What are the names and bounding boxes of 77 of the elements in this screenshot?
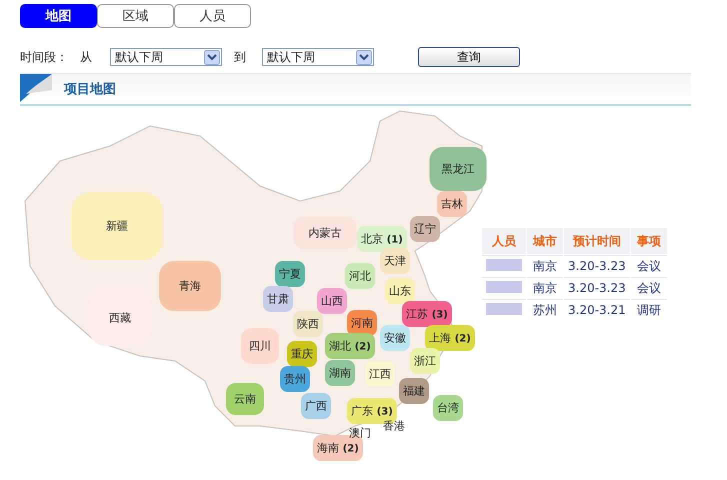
province-region[interactable] xyxy=(402,301,452,327)
province-label: 四川 xyxy=(249,338,271,354)
province-region[interactable] xyxy=(287,341,317,367)
column-header: 预计时间 xyxy=(564,228,630,254)
province-region[interactable] xyxy=(437,191,467,217)
province-region[interactable] xyxy=(345,263,375,289)
province-label: 宁夏 xyxy=(279,266,301,282)
province-region[interactable] xyxy=(425,325,475,351)
redacted-name xyxy=(486,258,522,270)
date-dropdown[interactable]: 默认下周 xyxy=(110,48,222,66)
province-label: 河南 xyxy=(351,316,373,330)
province-region[interactable] xyxy=(399,378,429,404)
column-header: 人员 xyxy=(482,228,526,254)
province-label: 山西 xyxy=(321,294,343,308)
province-label: 海南 (2) xyxy=(317,440,359,456)
province-label: 山东 xyxy=(389,284,411,298)
province-region[interactable] xyxy=(325,333,375,359)
date-dropdown[interactable]: 默认下周 xyxy=(262,48,374,66)
province-region[interactable] xyxy=(380,248,410,274)
tab[interactable]: 区域 xyxy=(97,4,174,28)
province-label: 江苏 (3) xyxy=(406,306,448,322)
tab[interactable]: 人员 xyxy=(174,4,251,28)
province-region[interactable] xyxy=(317,288,347,314)
province-label: 台湾 xyxy=(437,400,459,416)
province-region[interactable] xyxy=(385,278,415,304)
province-label: 陕西 xyxy=(297,316,319,332)
province-region[interactable] xyxy=(241,328,279,364)
province-label: 河北 xyxy=(349,268,371,284)
province-label: 辽宁 xyxy=(414,222,436,236)
province-region[interactable] xyxy=(280,366,310,392)
province-label: 广东 (3) xyxy=(351,404,393,418)
province-label: 上海 (2) xyxy=(429,330,471,346)
province-region[interactable] xyxy=(226,383,264,415)
province-region[interactable] xyxy=(410,348,440,374)
province-label: 福建 xyxy=(403,384,425,398)
province-label: 内蒙古 xyxy=(308,226,342,240)
province-region[interactable] xyxy=(325,360,355,386)
dropdown-value: 默认下周 xyxy=(267,48,315,66)
province-label: 天津 xyxy=(384,254,406,268)
tab[interactable]: 地图 xyxy=(20,4,97,28)
query-button[interactable]: 查询 xyxy=(418,47,520,67)
province-label: 浙江 xyxy=(414,354,436,368)
province-label: 吉林 xyxy=(441,196,463,212)
section-title: 项目地图 xyxy=(64,81,116,98)
redacted-name xyxy=(486,280,522,292)
province-region[interactable] xyxy=(263,286,293,312)
province-label: 重庆 xyxy=(291,346,313,362)
province-region[interactable] xyxy=(380,325,410,351)
from-label: 从 xyxy=(80,48,93,66)
province-label: 广西 xyxy=(305,398,327,414)
province-region[interactable] xyxy=(301,393,331,419)
province-label: 安徽 xyxy=(384,330,406,346)
province-label: 黑龙江 xyxy=(442,162,474,176)
column-header: 城市 xyxy=(527,228,563,254)
province-region[interactable] xyxy=(410,216,440,242)
province-label: 贵州 xyxy=(284,372,306,386)
province-region[interactable] xyxy=(293,311,323,337)
province-label: 云南 xyxy=(234,392,256,406)
province-label: 甘肃 xyxy=(267,292,289,306)
province-label: 江西 xyxy=(369,366,391,382)
province-region[interactable] xyxy=(430,147,486,191)
province-label: 湖北 (2) xyxy=(329,338,371,354)
dropdown-value: 默认下周 xyxy=(115,48,163,66)
province-label: 澳门 xyxy=(349,426,371,440)
province-label: 北京 (1) xyxy=(361,232,403,246)
column-header: 事项 xyxy=(630,228,667,254)
province-region[interactable] xyxy=(357,226,407,252)
province-label: 新疆 xyxy=(106,218,128,234)
province-region[interactable] xyxy=(275,261,305,287)
province-label: 西藏 xyxy=(109,310,131,326)
province-region[interactable] xyxy=(433,395,463,421)
redacted-name xyxy=(486,302,522,314)
province-region[interactable] xyxy=(294,217,356,249)
province-label: 湖南 xyxy=(329,366,351,380)
province-label: 青海 xyxy=(179,278,201,294)
to-label: 到 xyxy=(233,48,247,66)
filter-label: 时间段： xyxy=(20,48,69,66)
